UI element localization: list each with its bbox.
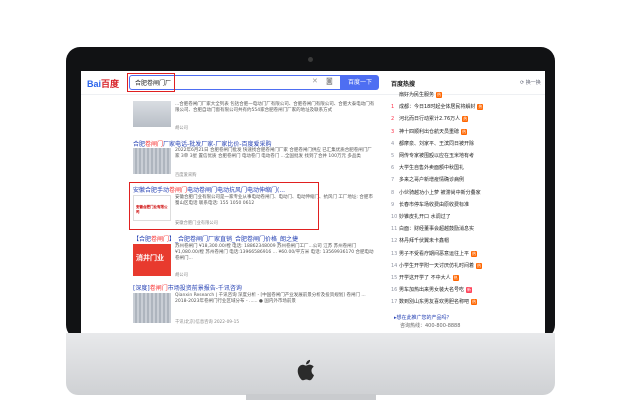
hot-search-item[interactable]: 2 河北而日行动累计2.76万人热 [391, 115, 541, 123]
result-source: 千讯(北京)信息咨询 2022-09-15 [175, 320, 240, 325]
hot-badge: 热 [477, 104, 484, 111]
result-source: 百度爱采购 [175, 173, 197, 178]
result-thumbnail: 消井门业 [133, 244, 171, 276]
monitor-chin [66, 333, 555, 395]
hot-search-item[interactable]: 17 数到別山东男友喜欢男胆名称吧热 [391, 298, 541, 306]
hot-rank: 9 [391, 201, 395, 208]
hot-rank: 13 [391, 250, 398, 257]
hot-rank: 16 [391, 287, 398, 294]
hot-search-title: 百度热搜 [391, 81, 416, 88]
result-item[interactable]: 【合肥卷闸门】_合肥卷闸门厂家直销_合肥卷闸门价格_朗之捷 消井门业 苏州卷闸门… [133, 234, 381, 278]
refresh-button[interactable]: ⟳ 换一换 [520, 79, 541, 86]
hot-rank: 12 [391, 238, 398, 245]
hot-badge: 热 [436, 92, 443, 98]
result-source: 胡公司 [175, 126, 188, 131]
hot-rank: 14 [391, 262, 398, 269]
apple-logo-icon [297, 359, 314, 381]
hot-rank: 7 [391, 177, 395, 184]
camera-dot [308, 57, 313, 62]
hot-search-text: 成都：今日18时起全体居民将解封 [399, 104, 476, 111]
hot-search-text: 网传专家被围殴以应在玉米地有考 [399, 153, 475, 159]
hot-rank: 5 [391, 153, 395, 159]
hot-rank: 10 [391, 214, 398, 220]
result-snippet: 苏州卷闸门 ¥18,300.00/樘 电话: 18862348009 苏州卷闸门… [175, 244, 374, 261]
search-button[interactable]: 百度一下 [341, 75, 379, 90]
hot-search-item[interactable]: 5 网传专家被围殴以应在玉米地有考 [391, 152, 541, 159]
hot-search-text: 神十四顺利出仓航天员重磅 [399, 128, 460, 135]
result-thumbnail [133, 148, 171, 174]
result-snippet: Qianxin Research | 千讯咨询 深度分析 - [中国卷闸门产业发… [175, 293, 366, 304]
result-title[interactable]: [深度]卷闸门市场投资前景报告-千讯咨询 [133, 283, 381, 292]
hot-search-item[interactable]: 11 白面：财经董事会超越鼓励消息实 [391, 225, 541, 232]
result-thumbnail [133, 101, 171, 127]
hot-search-text: 林丹拜千伏翼未卡鑫帽 [399, 238, 450, 245]
hot-search-item[interactable]: 8 小伙骑越功小上萝 被滞尚中新分叠家 [391, 189, 541, 196]
hot-search-panel: 百度热搜 ⟳ 换一换 扇好为民生服务热 1 成都：今日18时起全体居民将解封热 2 河北… [391, 79, 541, 306]
hot-search-text: 男子不受看疗期间恶意运往上平 [399, 250, 470, 257]
hot-rank: 11 [391, 226, 398, 233]
hot-rank: 2 [391, 116, 395, 123]
result-snippet: 2022年6月21日 合肥卷闸门批发 快速找合肥卷闸门厂家 合肥卷闸门供应 已汇… [175, 148, 372, 159]
result-title[interactable]: 合肥卷闸门厂家电话-批发厂家-厂家比价-百度爱采购 [133, 139, 381, 148]
hot-search-text: 男车加热出来男女装大名号吃 [399, 287, 465, 294]
close-icon[interactable]: ✕ [312, 77, 318, 85]
browser-screen: Bai百度 合肥卷闸门厂 ✕ ◙ 百度一下 ...合肥卷闸门厂家大全列表 包括合… [81, 71, 545, 333]
hot-badge: 热 [471, 299, 478, 306]
result-source: 胡公司 [175, 273, 188, 278]
hot-rank: 15 [391, 275, 398, 281]
hot-search-item[interactable]: 9 长春市停车场收费由原收费标准 [391, 201, 541, 208]
hot-search-text: 小伙骑越功小上萝 被滞尚中新分叠家 [399, 189, 481, 196]
hot-badge: 热 [476, 262, 483, 269]
hot-search-item[interactable]: 6 大学生自售外卖面额中秋国礼 [391, 164, 541, 171]
hot-search-item[interactable]: 10 妙锥皮扎开口 水调过了 [391, 213, 541, 220]
monitor-stand [246, 394, 376, 400]
hot-search-item[interactable]: 12 林丹拜千伏翼未卡鑫帽 [391, 237, 541, 244]
hot-search-text: 大学生自售外卖面额中秋国礼 [399, 165, 465, 172]
hot-search-text: 长春市停车场收费由原收费标准 [399, 201, 470, 208]
hot-search-item[interactable]: 15 开学这开学了 不中大人热 [391, 274, 541, 281]
result-thumbnail [133, 293, 171, 323]
hot-badge: 热 [461, 128, 468, 135]
hot-search-text: 开学这开学了 不中大人 [399, 275, 451, 281]
hot-search-text: 白面：财经董事会超越鼓励消息实 [399, 226, 475, 233]
hot-search-item[interactable]: 1 成都：今日18时起全体居民将解封热 [391, 103, 541, 111]
hot-search-text: 多来之哥户新增疫情确诊病例 [399, 177, 465, 184]
hot-rank: 3 [391, 128, 395, 135]
hot-rank: 6 [391, 165, 395, 172]
hot-search-item[interactable]: 7 多来之哥户新增疫情确诊病例 [391, 176, 541, 183]
hot-search-text: 数到別山东男友喜欢男胆名称吧 [399, 299, 470, 306]
hot-badge: 热 [462, 116, 469, 123]
camera-icon[interactable]: ◙ [326, 77, 333, 85]
hot-search-text: 都摩泉、刘家平、王滨同日被开除 [399, 140, 475, 147]
hot-rank: 8 [391, 189, 395, 196]
hot-search-item[interactable]: 3 神十四顺利出仓航天员重磅热 [391, 128, 541, 135]
hot-badge: 热 [452, 275, 459, 281]
hot-rank: 4 [391, 140, 395, 147]
hot-badge: 热 [471, 250, 478, 257]
result-item[interactable]: 合肥卷闸门厂家电话-批发厂家-厂家比价-百度爱采购 2022年6月21日 合肥卷… [133, 139, 381, 179]
result-item[interactable]: [深度]卷闸门市场投资前景报告-千讯咨询 Qianxin Research | … [133, 283, 381, 327]
hot-badge: 新 [466, 287, 473, 294]
hot-rank: 17 [391, 299, 398, 306]
hot-rank: 1 [391, 104, 395, 111]
result-item[interactable]: ...合肥卷闸门厂家大全列表 包括合肥一电动门厂有限公司、合肥卷闸门有限公司、合… [133, 101, 381, 131]
ad-link[interactable]: ▸想在此推广您的产品吗？ [394, 314, 452, 321]
hot-search-item[interactable]: 扇好为民生服务热 [391, 91, 541, 98]
result-snippet: ...合肥卷闸门厂家大全列表 包括合肥一电动门厂有限公司、合肥卷闸门有限公司、合… [175, 102, 375, 113]
query-highlight-box [127, 73, 175, 92]
hot-search-text: 河北而日行动累计2.76万人 [399, 116, 461, 123]
hot-search-item[interactable]: 16 男车加热出来男女装大名号吃新 [391, 286, 541, 294]
result-title[interactable]: 【合肥卷闸门】_合肥卷闸门厂家直销_合肥卷闸门价格_朗之捷 [133, 234, 381, 243]
result-highlight-box [129, 182, 319, 230]
hot-search-item[interactable]: 13 男子不受看疗期间恶意运往上平热 [391, 250, 541, 257]
hot-search-text: 扇好为民生服务 [399, 92, 435, 98]
hot-search-text: 妙锥皮扎开口 水调过了 [399, 214, 451, 220]
ad-phone: 咨询热线：400-800-8888 [400, 323, 461, 329]
hot-search-text: 小学生开学附一天讨厌仿礼时间着 [399, 262, 475, 269]
baidu-logo[interactable]: Bai百度 [87, 77, 119, 90]
hot-search-item[interactable]: 14 小学生开学附一天讨厌仿礼时间着热 [391, 262, 541, 269]
hot-search-item[interactable]: 4 都摩泉、刘家平、王滨同日被开除 [391, 140, 541, 147]
